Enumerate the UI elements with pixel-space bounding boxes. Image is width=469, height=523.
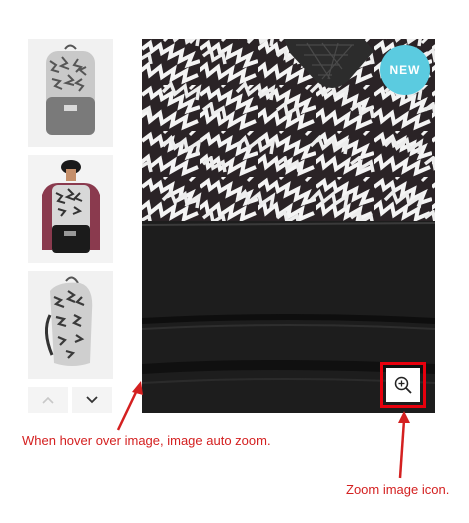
- zoom-icon-annotation: Zoom image icon.: [346, 482, 450, 497]
- thumbnail-backpack-worn[interactable]: [28, 155, 113, 263]
- main-product-image[interactable]: [142, 39, 435, 413]
- backpack-detail-image: [142, 39, 435, 413]
- new-badge: NEW: [380, 45, 430, 95]
- backpack-side-image: [28, 271, 113, 379]
- backpack-worn-image: [28, 155, 113, 263]
- thumbnail-prev-button[interactable]: [28, 387, 68, 413]
- chevron-down-icon: [86, 396, 98, 404]
- backpack-front-image: [28, 39, 113, 147]
- zoom-in-icon: [394, 376, 412, 394]
- thumbnail-backpack-side[interactable]: [28, 271, 113, 379]
- hover-zoom-annotation: When hover over image, image auto zoom.: [22, 433, 271, 448]
- chevron-up-icon: [42, 396, 54, 404]
- zoom-arrow: [398, 419, 406, 479]
- zoom-image-button[interactable]: [386, 368, 420, 402]
- hover-arrow: [116, 387, 140, 431]
- thumbnail-next-button[interactable]: [72, 387, 112, 413]
- thumbnail-backpack-front[interactable]: [28, 39, 113, 147]
